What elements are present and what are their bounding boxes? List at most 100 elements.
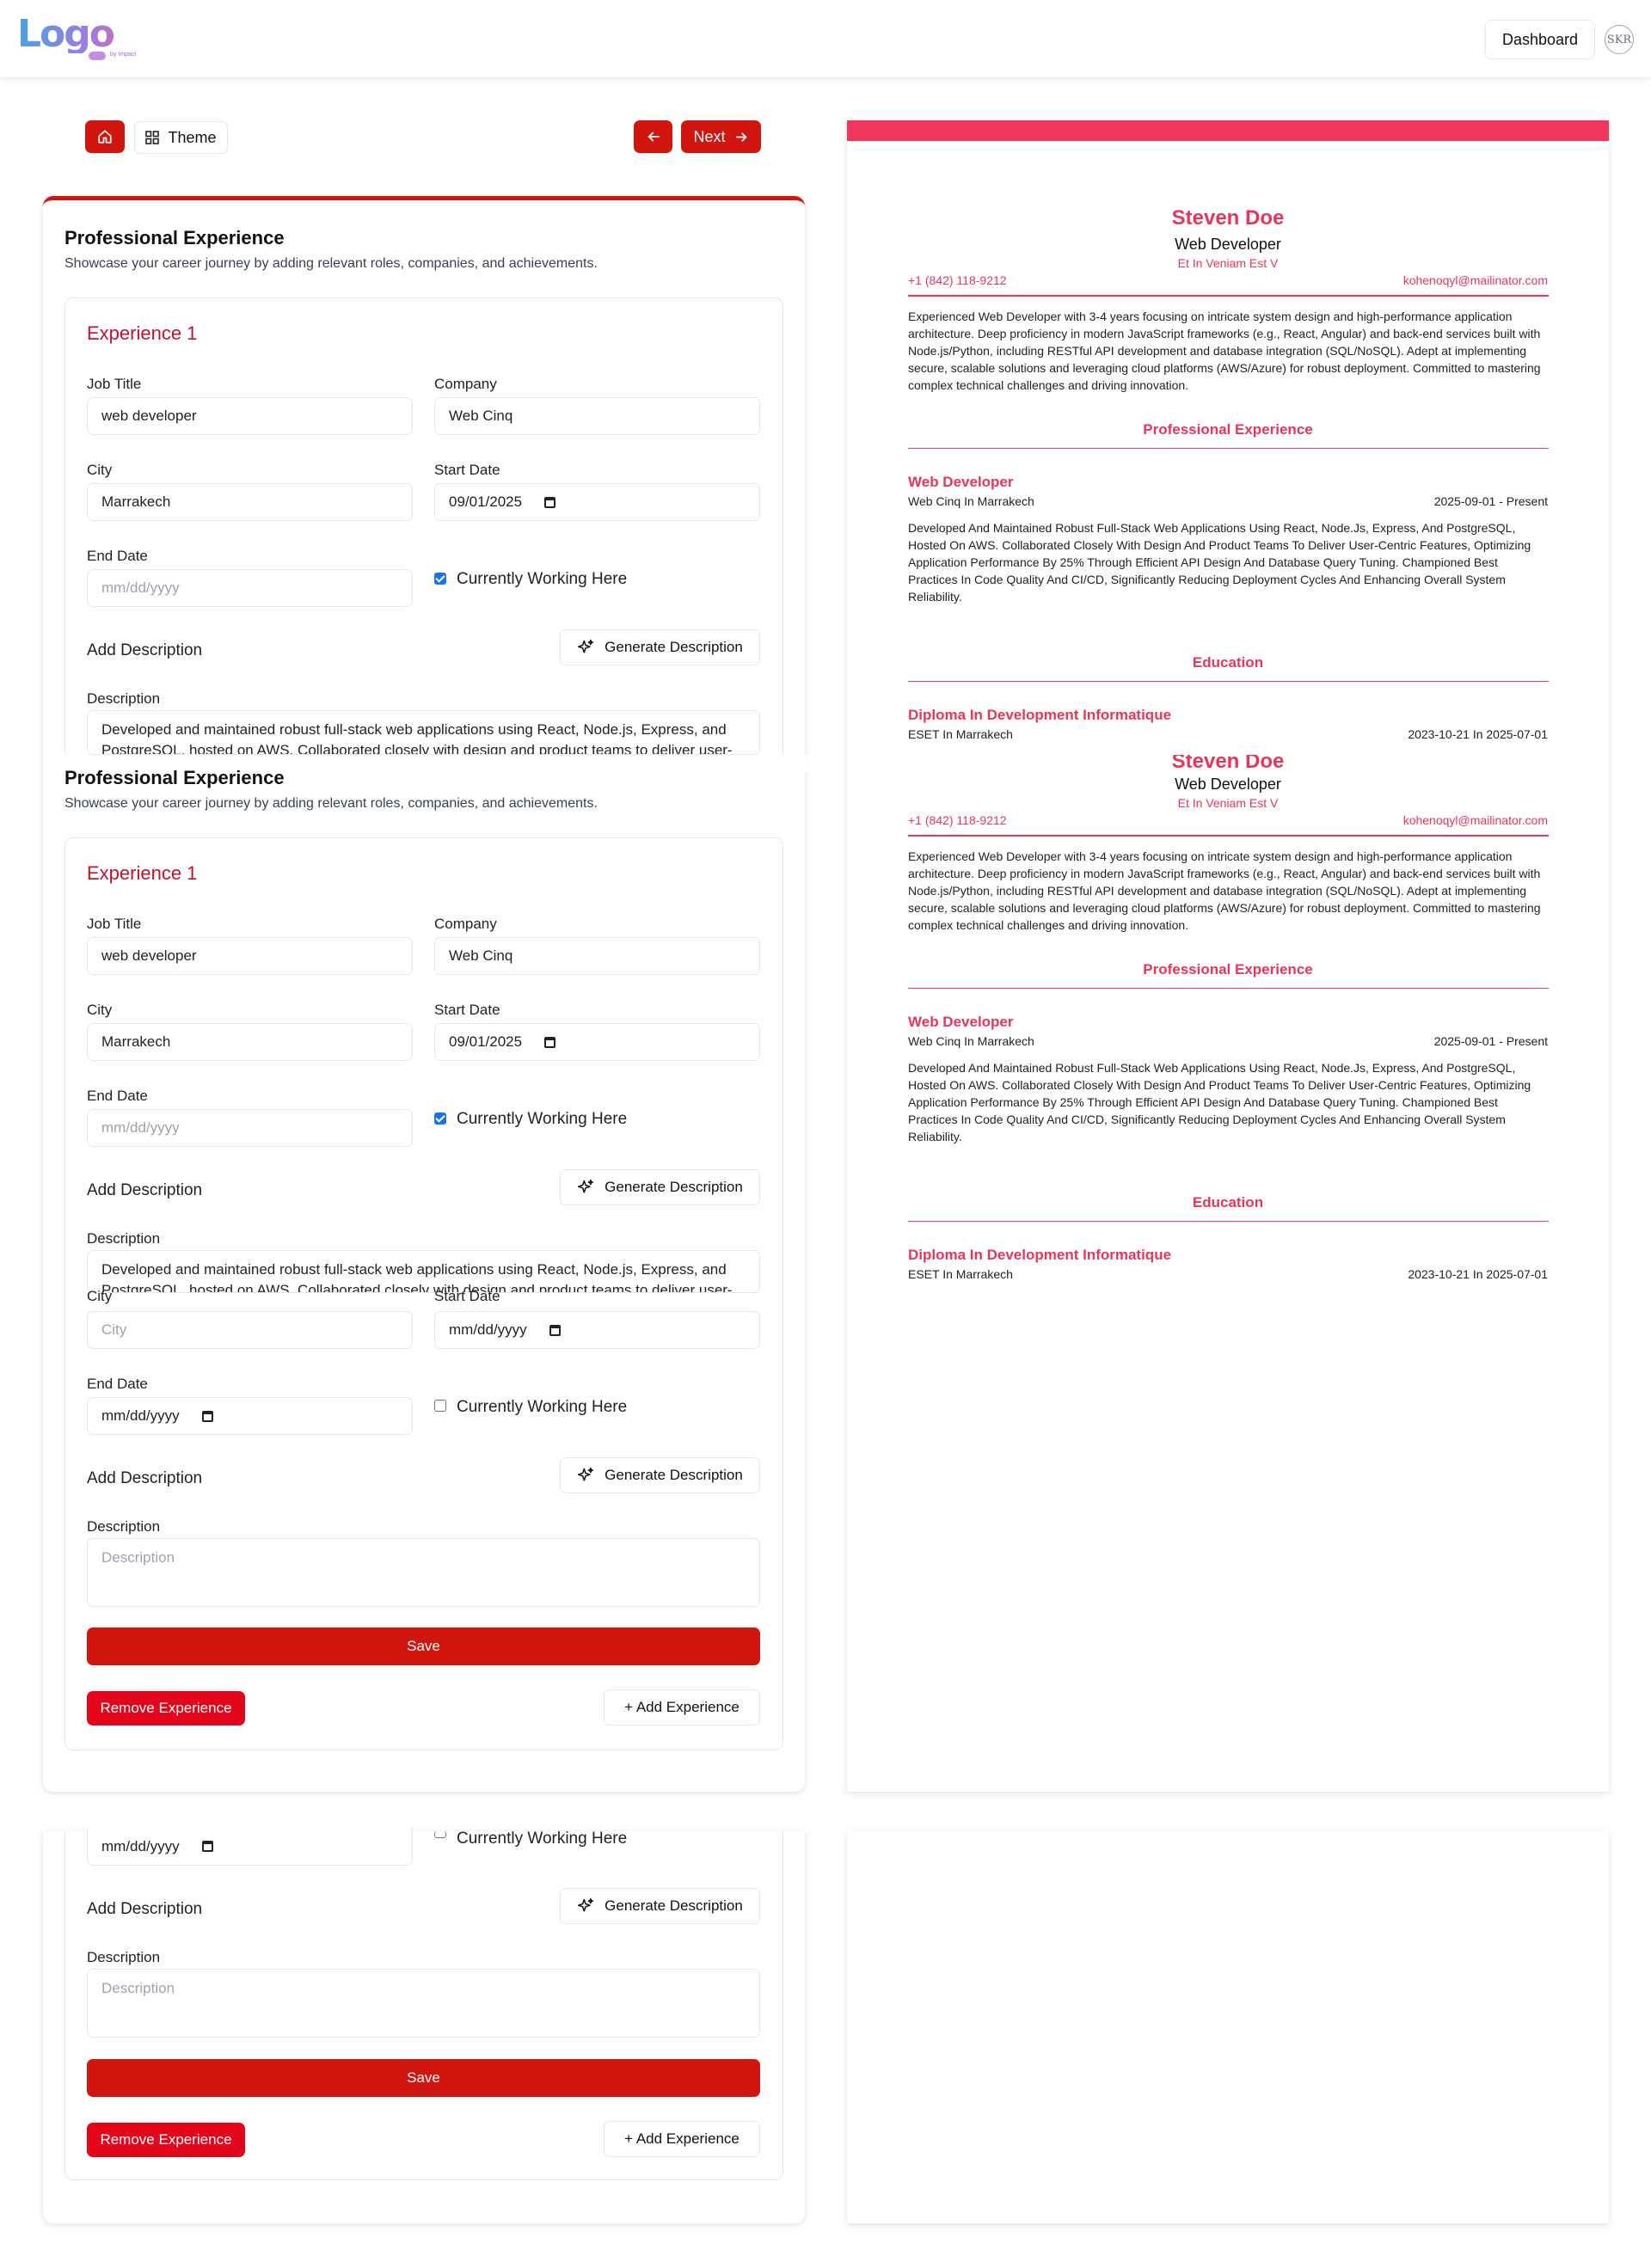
start-date-label-2: Start Date xyxy=(434,1002,500,1018)
save-button-2[interactable]: Save xyxy=(87,2059,760,2097)
grid-icon xyxy=(145,131,160,144)
resume-role: Web Developer xyxy=(1175,236,1281,253)
end-date-input-2[interactable]: mm/dd/yyyy xyxy=(87,1109,413,1147)
logo-text: Logo xyxy=(17,15,155,53)
arrow-right-icon xyxy=(735,132,747,142)
city-input[interactable]: Marrakech xyxy=(87,483,413,521)
resume-job-dates-2: 2025-09-01 - Present xyxy=(1433,1034,1548,1048)
theme-button[interactable]: Theme xyxy=(134,121,228,154)
currently-working-label-4: Currently Working Here xyxy=(457,1830,628,1848)
end-date-input-4[interactable]: mm/dd/yyyy xyxy=(87,1828,413,1866)
start-date-input[interactable]: 09/01/2025 xyxy=(434,483,760,521)
top-header: Logo by Impact Dashboard SKR xyxy=(0,0,1651,77)
calendar-icon[interactable] xyxy=(544,1036,556,1048)
company-input[interactable]: Web Cinq xyxy=(434,397,760,435)
sparkle-icon xyxy=(578,1897,594,1912)
resume-location: Et In Veniam Est V xyxy=(1177,256,1279,270)
start-date-placeholder-3: mm/dd/yyyy xyxy=(449,1321,527,1338)
resume-header-divider xyxy=(908,295,1549,297)
arrow-left-icon xyxy=(647,132,660,142)
generate-description-button[interactable]: Generate Description xyxy=(560,629,760,665)
generate-description-button-3[interactable]: Generate Description xyxy=(560,1457,760,1493)
resume-job-description: Developed And Maintained Robust Full-Sta… xyxy=(908,521,1531,604)
remove-experience-button-2[interactable]: Remove Experience xyxy=(87,2123,245,2157)
resume-job-company: Web Cinq In Marrakech xyxy=(908,494,1034,508)
job-title-label: Job Title xyxy=(87,376,142,392)
resume-location-2: Et In Veniam Est V xyxy=(1177,796,1279,810)
generate-description-button-2[interactable]: Generate Description xyxy=(560,1169,760,1205)
end-date-input-3[interactable]: mm/dd/yyyy xyxy=(87,1397,413,1435)
resume-job-description-2: Developed And Maintained Robust Full-Sta… xyxy=(908,1061,1531,1143)
end-date-placeholder-4: mm/dd/yyyy xyxy=(101,1837,180,1854)
add-experience-button[interactable]: + Add Experience xyxy=(604,1689,760,1726)
remove-experience-button[interactable]: Remove Experience xyxy=(87,1691,245,1726)
description-label-4: Description xyxy=(87,1949,161,1965)
resume-seam: Steven Doe xyxy=(847,755,1609,772)
city-input-3[interactable]: City xyxy=(87,1311,413,1349)
section-subtitle: Showcase your career journey by adding r… xyxy=(64,256,598,271)
description-textarea-2[interactable]: Developed and maintained robust full-sta… xyxy=(87,1250,760,1293)
company-input-2[interactable]: Web Cinq xyxy=(434,937,760,975)
experience-title: Experience 1 xyxy=(87,322,198,344)
description-label-2: Description xyxy=(87,1230,161,1247)
resume-edu-school-2: ESET In Marrakech xyxy=(908,1267,1013,1281)
home-button[interactable] xyxy=(85,120,125,153)
add-experience-button-2[interactable]: + Add Experience xyxy=(604,2121,760,2157)
calendar-icon[interactable] xyxy=(544,496,556,508)
section-subtitle-2: Showcase your career journey by adding r… xyxy=(64,796,598,811)
description-textarea-4[interactable]: Description xyxy=(87,1969,760,2038)
add-description-label-4: Add Description xyxy=(87,1900,203,1918)
sparkle-icon xyxy=(578,1179,594,1193)
resume-email: kohenoqyl@mailinator.com xyxy=(1402,273,1548,287)
resume-experience-divider-2 xyxy=(908,988,1549,989)
currently-working-checkbox-3[interactable] xyxy=(434,1400,446,1412)
resume-header-divider-2 xyxy=(908,835,1549,837)
calendar-icon[interactable] xyxy=(201,1841,213,1852)
start-date-input-3[interactable]: mm/dd/yyyy xyxy=(434,1311,760,1349)
resume-edu-title-2: Diploma In Development Informatique xyxy=(908,1247,1172,1263)
calendar-icon[interactable] xyxy=(549,1324,561,1336)
resume-name-cut: Steven Doe xyxy=(1171,755,1285,772)
save-button[interactable]: Save xyxy=(87,1627,760,1665)
currently-working-checkbox[interactable] xyxy=(434,573,446,585)
job-title-input[interactable]: web developer xyxy=(87,397,413,435)
resume-edu-title: Diploma In Development Informatique xyxy=(908,707,1172,723)
city-label: City xyxy=(87,462,113,478)
add-description-label-2: Add Description xyxy=(87,1181,203,1199)
resume-name: Steven Doe xyxy=(1171,206,1285,230)
experience-title-2: Experience 1 xyxy=(87,862,198,884)
next-button[interactable]: Next xyxy=(681,120,761,153)
resume-experience-heading: Professional Experience xyxy=(1143,421,1313,438)
start-date-value: 09/01/2025 xyxy=(449,493,523,510)
sparkle-icon xyxy=(578,1467,594,1481)
start-date-value-2: 09/01/2025 xyxy=(449,1033,523,1050)
city-label-2: City xyxy=(87,1002,113,1018)
resume-education-heading: Education xyxy=(1192,654,1264,671)
end-date-placeholder-3: mm/dd/yyyy xyxy=(101,1407,180,1424)
dashboard-button[interactable]: Dashboard xyxy=(1485,20,1595,59)
calendar-icon[interactable] xyxy=(201,1410,213,1422)
generate-description-label-3: Generate Description xyxy=(605,1467,743,1483)
resume-email-2: kohenoqyl@mailinator.com xyxy=(1402,813,1548,827)
app-logo[interactable]: Logo by Impact xyxy=(17,15,155,64)
resume-phone-2: +1 (842) 118-9212 xyxy=(908,813,1007,827)
generate-description-button-4[interactable]: Generate Description xyxy=(560,1888,760,1924)
currently-working-checkbox-2[interactable] xyxy=(434,1113,446,1125)
home-icon xyxy=(98,130,112,144)
end-date-input[interactable]: mm/dd/yyyy xyxy=(87,569,413,607)
logo-pill xyxy=(89,52,106,60)
avatar[interactable]: SKR xyxy=(1605,25,1634,54)
resume-education-divider xyxy=(908,681,1549,682)
description-label-3: Description xyxy=(87,1518,161,1535)
description-textarea-3[interactable]: Description xyxy=(87,1538,760,1607)
generate-description-label: Generate Description xyxy=(605,639,743,655)
job-title-input-2[interactable]: web developer xyxy=(87,937,413,975)
company-label-2: Company xyxy=(434,916,497,932)
back-button[interactable] xyxy=(634,120,672,153)
description-textarea[interactable]: Developed and maintained robust full-sta… xyxy=(87,710,760,755)
start-date-input-2[interactable]: 09/01/2025 xyxy=(434,1023,760,1061)
city-input-2[interactable]: Marrakech xyxy=(87,1023,413,1061)
currently-working-checkbox-4[interactable] xyxy=(434,1831,446,1838)
theme-label: Theme xyxy=(168,128,217,146)
resume-role-2: Web Developer xyxy=(1175,775,1281,793)
